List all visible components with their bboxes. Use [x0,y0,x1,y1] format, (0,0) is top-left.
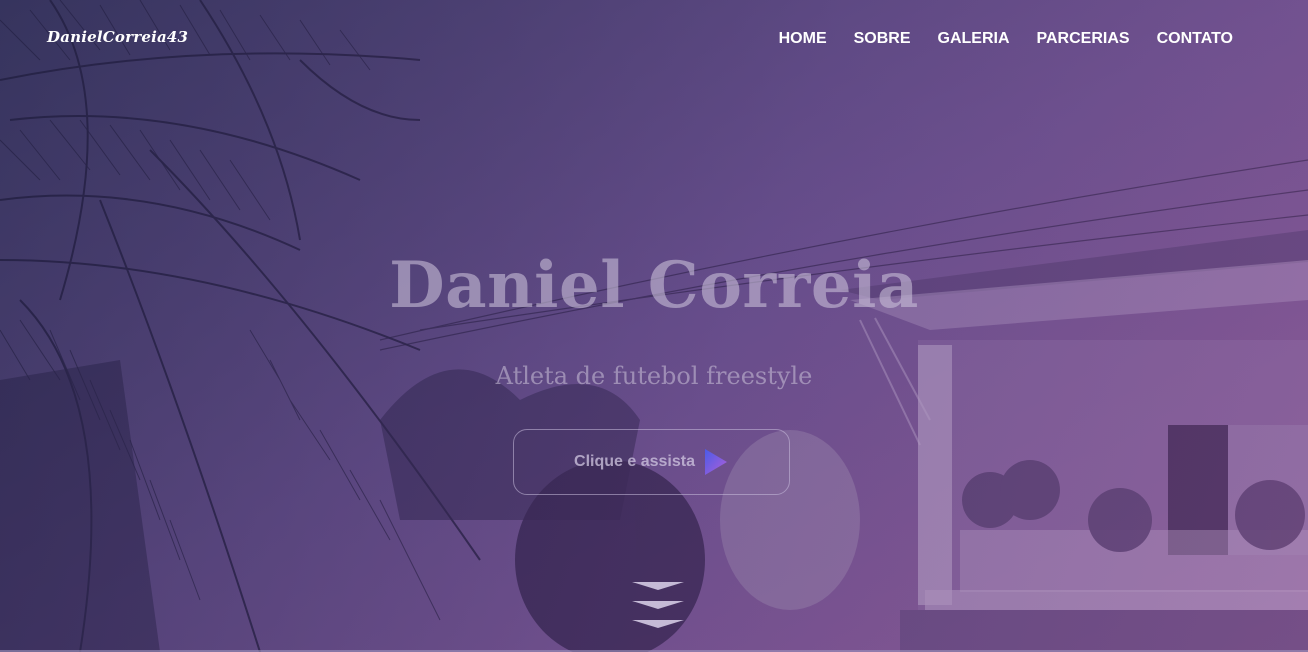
nav-home[interactable]: HOME [779,30,827,48]
main-nav: HOME SOBRE GALERIA PARCERIAS CONTATO [779,30,1233,48]
hero-section: DanielCorreia43 HOME SOBRE GALERIA PARCE… [0,0,1308,652]
site-logo[interactable]: DanielCorreia43 [47,28,188,46]
nav-galeria[interactable]: GALERIA [938,30,1010,48]
chevrons-down-icon[interactable] [632,581,684,631]
nav-sobre[interactable]: SOBRE [854,30,911,48]
hero-title: Daniel Correia [389,248,919,323]
watch-video-button[interactable]: Clique e assista [513,429,790,495]
nav-parcerias[interactable]: PARCERIAS [1037,30,1130,48]
site-header: DanielCorreia43 HOME SOBRE GALERIA PARCE… [0,0,1308,82]
watch-video-label: Clique e assista [574,453,695,470]
play-icon [704,449,727,475]
hero-content: Daniel Correia Atleta de futebol freesty… [0,0,1308,652]
hero-subtitle: Atleta de futebol freestyle [495,362,813,390]
nav-contato[interactable]: CONTATO [1157,30,1233,48]
